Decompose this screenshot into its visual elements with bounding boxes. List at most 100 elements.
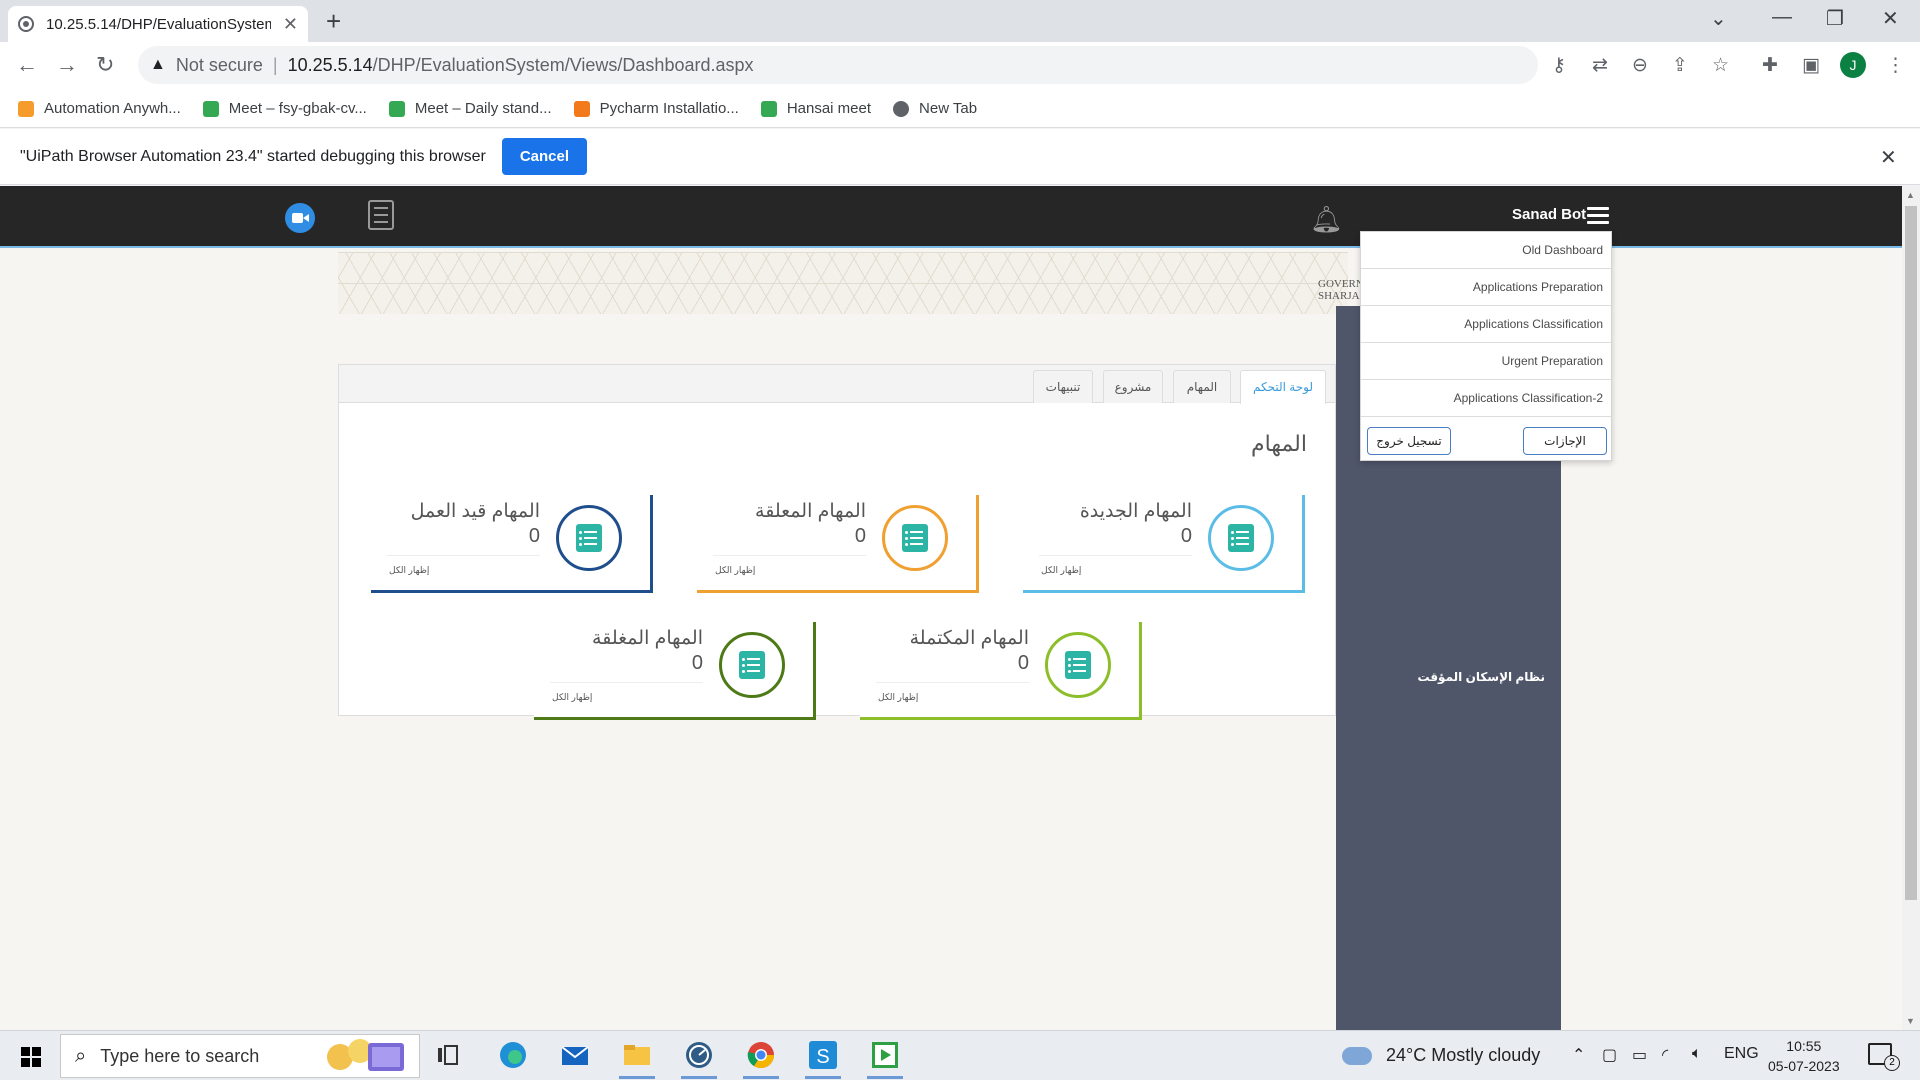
bookmark-item[interactable]: Pycharm Installatio... <box>573 100 739 117</box>
temporary-housing-link[interactable]: نظام الإسكان المؤقت <box>1418 670 1546 684</box>
task-list-icon <box>1228 524 1254 552</box>
logout-button[interactable]: تسجيل خروج <box>1367 427 1451 455</box>
key-icon[interactable]: ⚷ <box>1552 54 1566 77</box>
zoom-icon[interactable]: ⊖ <box>1632 54 1648 77</box>
browser-tab[interactable]: 10.25.5.14/DHP/EvaluationSystem ✕ <box>8 6 308 42</box>
mail-icon[interactable] <box>559 1039 591 1071</box>
show-all-link[interactable]: إظهار الكل <box>389 565 429 576</box>
show-all-link[interactable]: إظهار الكل <box>552 692 592 703</box>
divider <box>713 555 866 556</box>
svg-text:S: S <box>816 1046 829 1068</box>
windows-start-icon[interactable] <box>21 1047 41 1067</box>
cancel-debug-button[interactable]: Cancel <box>501 138 588 175</box>
forward-button[interactable]: → <box>56 52 78 78</box>
task-card-title: المهام المغلقة <box>592 628 703 649</box>
bookmark-item[interactable]: Hansai meet <box>760 100 871 117</box>
menu-dots-icon[interactable]: ⋮ <box>1886 54 1905 77</box>
scrollbar-thumb[interactable] <box>1905 206 1917 900</box>
notification-center-icon[interactable]: 2 <box>1868 1043 1900 1071</box>
media-player-icon[interactable] <box>867 1039 903 1079</box>
volume-icon[interactable]: 🔈︎ <box>1692 1045 1702 1063</box>
task-card-closed: المهام المغلقة 0 إظهار الكل <box>534 622 816 720</box>
bookmark-label: Meet – Daily stand... <box>414 100 552 117</box>
side-panel-icon[interactable]: ▣ <box>1802 54 1820 77</box>
extensions-icon[interactable]: ✚ <box>1762 54 1778 77</box>
notes-icon[interactable] <box>368 200 394 230</box>
browser-toolbar: ← → ↻ ▲ Not secure | 10.25.5.14 /DHP/Eva… <box>0 42 1920 90</box>
clock-time: 10:55 <box>1786 1038 1822 1054</box>
sanad-app-icon[interactable]: S <box>805 1039 841 1079</box>
url-path[interactable]: /DHP/EvaluationSystem/Views/Dashboard.as… <box>373 55 754 76</box>
show-all-link[interactable]: إظهار الكل <box>878 692 918 703</box>
task-view-icon[interactable] <box>432 1039 464 1071</box>
menu-item-applications-classification[interactable]: Applications Classification <box>1361 306 1611 343</box>
file-explorer-icon[interactable] <box>619 1039 655 1079</box>
debug-infobar: "UiPath Browser Automation 23.4" started… <box>0 129 1920 185</box>
edge-icon[interactable] <box>497 1039 529 1071</box>
back-button[interactable]: ← <box>16 52 38 78</box>
bell-icon[interactable]: 🔔︎ <box>1310 204 1343 235</box>
minimize-button[interactable]: — <box>1772 6 1792 29</box>
task-card-title: المهام الجديدة <box>1079 501 1192 522</box>
task-card-count: 0 <box>691 652 703 674</box>
show-hidden-icons-chevron-icon[interactable]: ⌃ <box>1572 1045 1585 1065</box>
bookmark-item[interactable]: Meet – Daily stand... <box>388 100 552 117</box>
weather-widget[interactable]: 24°C Mostly cloudy <box>1342 1038 1540 1066</box>
scroll-up-icon[interactable]: ▲ <box>1906 190 1915 200</box>
menu-item-applications-classification-2[interactable]: Applications Classification-2 <box>1361 380 1611 417</box>
page-scrollbar[interactable]: ▲ ▼ <box>1902 186 1920 1030</box>
close-infobar-icon[interactable]: ✕ <box>1880 145 1897 170</box>
task-card-in-progress: المهام قيد العمل 0 إظهار الكل <box>371 495 653 593</box>
translate-icon[interactable]: ⇄ <box>1592 54 1608 77</box>
chrome-icon[interactable] <box>743 1039 779 1079</box>
user-name[interactable]: Sanad Bot <box>1512 206 1586 223</box>
show-all-link[interactable]: إظهار الكل <box>715 565 755 576</box>
tab-dashboard[interactable]: لوحة التحكم <box>1240 370 1326 404</box>
reload-button[interactable]: ↻ <box>96 52 114 78</box>
close-window-button[interactable]: ✕ <box>1882 6 1899 31</box>
wifi-icon[interactable]: ◜ <box>1662 1045 1668 1065</box>
warning-icon[interactable]: ▲ <box>150 56 166 74</box>
task-card-count: 0 <box>1180 525 1192 547</box>
hamburger-menu-icon[interactable] <box>1587 207 1609 225</box>
scroll-down-icon[interactable]: ▼ <box>1906 1016 1915 1026</box>
clock[interactable]: 10:55 05-07-2023 <box>1768 1036 1840 1076</box>
task-card-new: المهام الجديدة 0 إظهار الكل <box>1023 495 1305 593</box>
menu-item-applications-preparation[interactable]: Applications Preparation <box>1361 269 1611 306</box>
video-call-icon[interactable] <box>285 203 315 233</box>
tab-alerts[interactable]: تنبيهات <box>1033 370 1093 403</box>
url-host[interactable]: 10.25.5.14 <box>288 55 373 76</box>
menu-item-urgent-preparation[interactable]: Urgent Preparation <box>1361 343 1611 380</box>
bookmark-label: Meet – fsy-gbak-cv... <box>228 100 367 117</box>
battery-icon[interactable]: ▭ <box>1632 1045 1647 1065</box>
bookmark-item[interactable]: Meet – fsy-gbak-cv... <box>202 100 367 117</box>
restore-button[interactable]: ❐ <box>1826 6 1844 31</box>
tab-tasks[interactable]: المهام <box>1173 370 1231 403</box>
section-title: المهام <box>1251 431 1307 456</box>
bookmark-star-icon[interactable]: ☆ <box>1712 54 1729 77</box>
task-icon-ring <box>1208 505 1274 571</box>
dashboard-panel: لوحة التحكم المهام مشروع تنبيهات المهام … <box>338 364 1336 720</box>
show-all-link[interactable]: إظهار الكل <box>1041 565 1081 576</box>
search-highlight-art[interactable] <box>322 1033 410 1073</box>
task-card-title: المهام المعلقة <box>755 501 866 522</box>
bookmark-item[interactable]: New Tab <box>893 100 977 117</box>
google-meet-icon <box>388 100 405 117</box>
globe-icon <box>893 100 910 117</box>
address-bar[interactable]: ▲ Not secure | 10.25.5.14 /DHP/Evaluatio… <box>138 46 1538 84</box>
menu-item-old-dashboard[interactable]: Old Dashboard <box>1361 232 1611 269</box>
app-speed-icon[interactable] <box>681 1039 717 1079</box>
language-indicator[interactable]: ENG <box>1724 1045 1759 1063</box>
bookmark-label: Automation Anywh... <box>44 100 181 117</box>
profile-avatar[interactable]: J <box>1840 52 1866 78</box>
bookmark-item[interactable]: Automation Anywh... <box>18 100 181 117</box>
security-label[interactable]: Not secure <box>176 55 263 76</box>
tab-search-icon[interactable]: ⌄ <box>1710 6 1727 31</box>
tab-project[interactable]: مشروع <box>1103 370 1163 403</box>
leaves-button[interactable]: الإجازات <box>1523 427 1607 455</box>
meet-now-icon[interactable]: ▢ <box>1602 1045 1617 1065</box>
task-card-count: 0 <box>528 525 540 547</box>
tab-close-icon[interactable]: ✕ <box>283 14 298 35</box>
new-tab-button[interactable]: + <box>326 6 341 37</box>
share-icon[interactable]: ⇪ <box>1672 54 1688 77</box>
